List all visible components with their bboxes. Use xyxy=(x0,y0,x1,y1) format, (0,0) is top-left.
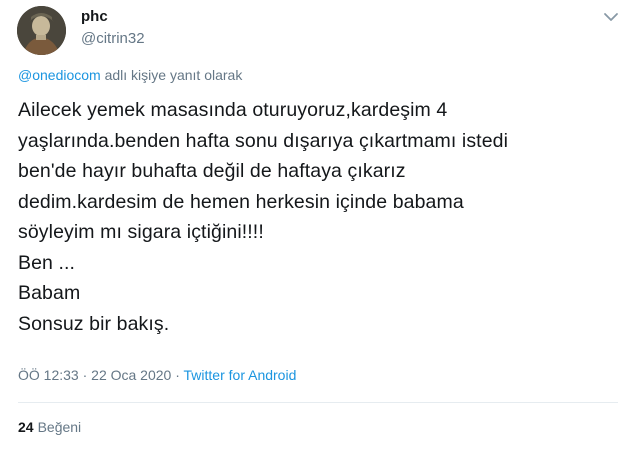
tweet-text: Ailecek yemek masasında oturuyoruz,karde… xyxy=(18,95,618,339)
reply-mention-link[interactable]: @onediocom xyxy=(18,67,101,83)
likes-count: 24 xyxy=(18,419,34,435)
tweet-line: söyleyim mı sigara içtiğini!!!! xyxy=(18,221,264,243)
meta-separator: · xyxy=(171,367,184,383)
tweet-line: yaşlarında.benden hafta sonu dışarıya çı… xyxy=(18,129,509,152)
reply-context-suffix: adlı kişiye yanıt olarak xyxy=(100,67,243,83)
tweet-line: Ben ... xyxy=(18,251,76,274)
reply-context: @onediocom adlı kişiye yanıt olarak xyxy=(18,67,242,83)
divider xyxy=(18,402,618,403)
meta-separator: · xyxy=(78,367,92,383)
tweet-line: dedim.kardesim de hemen herkesin içinde … xyxy=(18,190,464,213)
tweet-card: phc @citrin32 @onediocom adlı kişiye yan… xyxy=(0,0,635,449)
tweet-date[interactable]: 22 Oca 2020 xyxy=(91,367,171,383)
tweet-line: Babam xyxy=(18,282,81,304)
display-name[interactable]: phc xyxy=(81,8,108,25)
tweet-meta: ÖÖ 12:33 · 22 Oca 2020 · Twitter for And… xyxy=(18,367,296,383)
tweet-time[interactable]: ÖÖ 12:33 xyxy=(18,367,79,383)
likes-label: Beğeni xyxy=(37,419,82,435)
tweet-line: ben'de hayır buhafta değil de haftaya çı… xyxy=(18,160,406,182)
chevron-down-icon[interactable] xyxy=(603,10,619,22)
avatar[interactable] xyxy=(17,6,66,55)
user-handle[interactable]: @citrin32 xyxy=(81,30,145,47)
likes-stat[interactable]: 24 Beğeni xyxy=(18,419,81,435)
tweet-line: Ailecek yemek masasında oturuyoruz,karde… xyxy=(18,99,448,121)
tweet-line: Sonsuz bir bakış. xyxy=(18,312,170,335)
tweet-source-link[interactable]: Twitter for Android xyxy=(184,367,297,383)
